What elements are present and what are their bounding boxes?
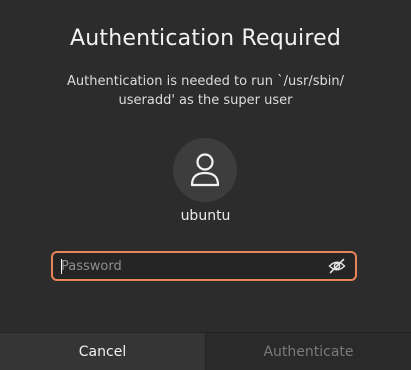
password-input[interactable] <box>61 253 321 279</box>
message-line-1: Authentication is needed to run `/usr/sb… <box>67 74 344 89</box>
cancel-button[interactable]: Cancel <box>0 333 206 370</box>
username-label: ubuntu <box>180 208 231 224</box>
password-field-container <box>51 251 357 281</box>
text-caret <box>61 259 62 274</box>
authenticate-button[interactable]: Authenticate <box>206 333 411 370</box>
authentication-dialog: Authentication Required Authentication i… <box>0 0 411 370</box>
user-icon <box>190 153 220 187</box>
message-line-2: useradd' as the super user <box>118 93 293 108</box>
avatar <box>173 138 237 202</box>
dialog-footer: Cancel Authenticate <box>0 332 411 370</box>
dialog-message: Authentication is needed to run `/usr/sb… <box>50 72 361 110</box>
dialog-title: Authentication Required <box>69 26 341 51</box>
eye-slash-icon[interactable] <box>328 258 346 274</box>
